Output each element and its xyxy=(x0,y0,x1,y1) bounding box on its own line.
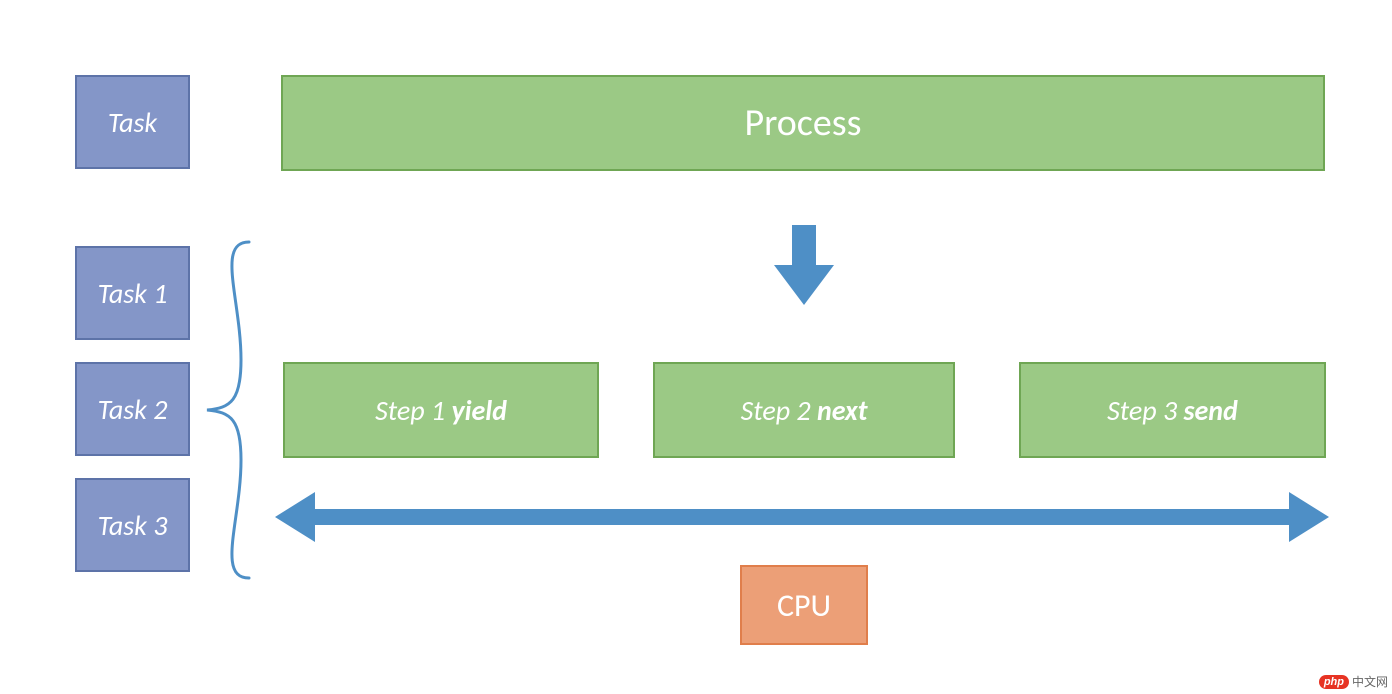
brace-icon xyxy=(201,240,256,580)
task-3-box: Task 3 xyxy=(75,478,190,572)
task-2-box: Task 2 xyxy=(75,362,190,456)
task-box: Task xyxy=(75,75,190,169)
step-3-box: Step 3 send xyxy=(1019,362,1326,458)
watermark-badge: php xyxy=(1319,675,1349,689)
cpu-label: CPU xyxy=(777,586,831,625)
task-1-label: Task 1 xyxy=(98,276,168,311)
step-1-keyword: yield xyxy=(451,393,506,428)
step-2-prefix: Step 2 xyxy=(741,393,817,428)
watermark: php 中文网 xyxy=(1319,673,1388,690)
task-2-label: Task 2 xyxy=(98,392,168,427)
process-label: Process xyxy=(744,100,861,146)
down-arrow-icon xyxy=(774,225,834,305)
double-arrow-icon xyxy=(275,492,1329,542)
process-box: Process xyxy=(281,75,1325,171)
task-label: Task xyxy=(108,105,157,140)
step-2-keyword: next xyxy=(817,393,867,428)
step-2-box: Step 2 next xyxy=(653,362,955,458)
step-1-prefix: Step 1 xyxy=(375,393,451,428)
step-3-prefix: Step 3 xyxy=(1107,393,1183,428)
cpu-box: CPU xyxy=(740,565,868,645)
step-3-label: Step 3 send xyxy=(1107,393,1238,428)
step-1-box: Step 1 yield xyxy=(283,362,599,458)
step-3-keyword: send xyxy=(1184,393,1238,428)
step-2-label: Step 2 next xyxy=(741,393,868,428)
task-1-box: Task 1 xyxy=(75,246,190,340)
step-1-label: Step 1 yield xyxy=(375,393,507,428)
task-3-label: Task 3 xyxy=(98,508,168,543)
watermark-text: 中文网 xyxy=(1352,673,1388,690)
